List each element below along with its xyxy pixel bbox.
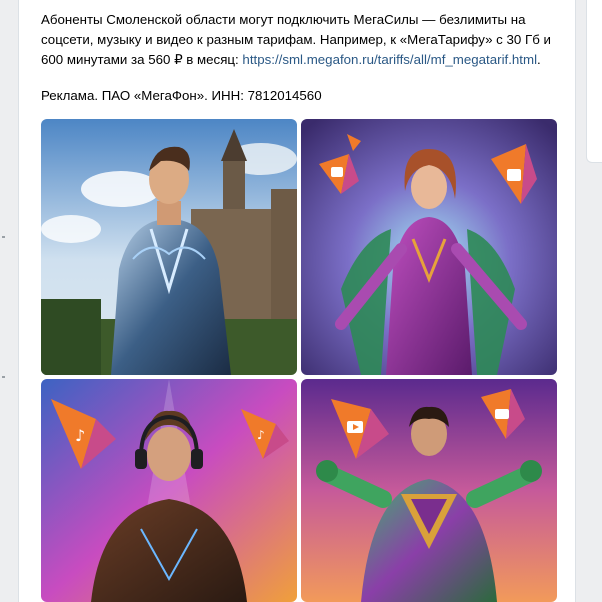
tariff-link[interactable]: https://sml.megafon.ru/tariffs/all/mf_me…	[242, 52, 537, 67]
photo-heroine-purple[interactable]	[301, 119, 557, 375]
svg-text:♪: ♪	[257, 428, 265, 442]
margin-marker	[2, 236, 5, 238]
photo-hero-headphones[interactable]: ♪ ♪	[41, 379, 297, 602]
photo-hero-green[interactable]	[301, 379, 557, 602]
svg-text:♪: ♪	[75, 426, 85, 445]
left-margin	[0, 0, 18, 602]
ad-disclaimer: Реклама. ПАО «МегаФон». ИНН: 7812014560	[41, 88, 322, 103]
link-suffix: .	[537, 52, 541, 67]
photo-grid: ♪ ♪	[41, 119, 557, 602]
margin-marker	[2, 376, 5, 378]
right-sidebar-edge	[586, 0, 602, 163]
photo-knight-castle[interactable]	[41, 119, 297, 375]
post-text: Абоненты Смоленской области могут подклю…	[41, 10, 566, 70]
post-card: Абоненты Смоленской области могут подклю…	[18, 0, 576, 602]
